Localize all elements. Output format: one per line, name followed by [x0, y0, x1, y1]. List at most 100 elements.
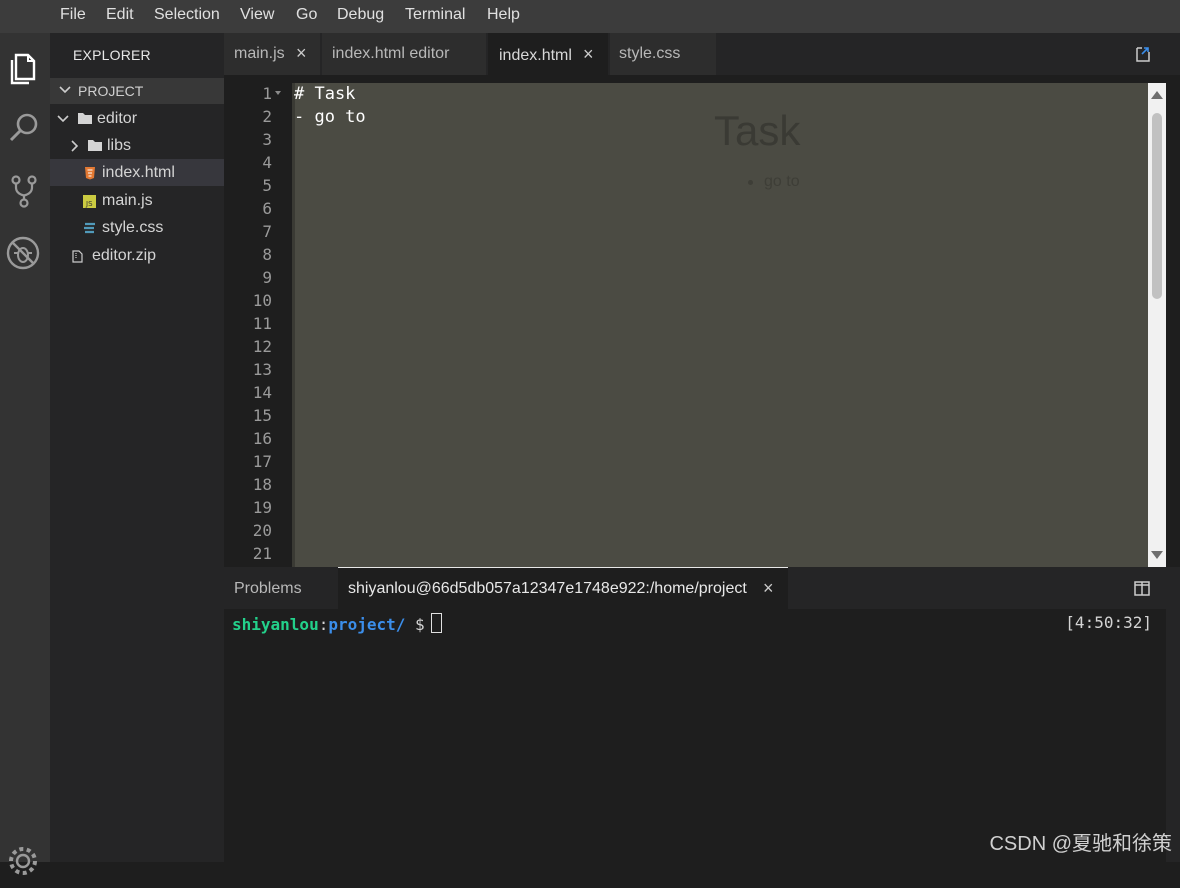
menu-edit[interactable]: Edit: [106, 6, 134, 24]
line-number: 7: [262, 222, 272, 241]
code-editor[interactable]: # Task - go to Task go to: [292, 83, 1148, 567]
project-label: PROJECT: [78, 83, 144, 99]
files-icon[interactable]: [3, 45, 47, 89]
tab-index-html[interactable]: index.html ×: [488, 33, 608, 75]
scrollbar-thumb[interactable]: [1152, 113, 1162, 299]
js-file-icon: JS: [83, 195, 96, 208]
chevron-down-icon: [57, 115, 69, 123]
tree-item-index-html[interactable]: index.html: [50, 159, 224, 186]
scroll-down-arrow-icon[interactable]: [1151, 551, 1163, 559]
tab-close-icon[interactable]: ×: [583, 44, 594, 65]
preview-bullet-dot: [748, 180, 753, 185]
menu-selection[interactable]: Selection: [154, 6, 220, 24]
tab-close-icon[interactable]: ×: [296, 43, 307, 64]
tab-label: index.html editor: [332, 45, 450, 62]
menu-debug[interactable]: Debug: [337, 6, 384, 24]
code-line[interactable]: # Task: [294, 84, 355, 104]
tab-main-js[interactable]: main.js ×: [224, 33, 320, 75]
tree-item-editor-folder[interactable]: editor: [50, 105, 224, 132]
tab-label: shiyanlou@66d5db057a12347e1748e922:/home…: [348, 580, 747, 597]
panel-tab-bar: Problems shiyanlou@66d5db057a12347e1748e…: [224, 567, 1166, 610]
code-line[interactable]: - go to: [294, 107, 366, 127]
tree-item-label: index.html: [102, 164, 175, 181]
tab-label: index.html: [499, 47, 572, 64]
chevron-down-icon: [59, 86, 71, 94]
css-file-icon: [84, 222, 95, 234]
line-number: 17: [252, 452, 272, 471]
watermark: CSDN @夏驰和徐策: [989, 833, 1172, 855]
terminal-prompt: $: [415, 615, 425, 634]
gutter-divider: [292, 83, 295, 567]
tree-item-label: editor: [97, 110, 138, 127]
menu-terminal[interactable]: Terminal: [405, 6, 465, 24]
tree-item-editor-zip[interactable]: editor.zip: [50, 242, 224, 269]
editor-tab-bar: main.js × index.html editor index.html ×…: [224, 33, 1180, 75]
open-preview-icon[interactable]: [1134, 45, 1152, 63]
menu-bar: File Edit Selection View Go Debug Termin…: [0, 0, 1180, 33]
menu-help[interactable]: Help: [487, 6, 520, 24]
fold-arrow-icon[interactable]: [275, 91, 281, 95]
preview-list-item: go to: [764, 173, 800, 190]
terminal-path: project/: [328, 615, 406, 634]
terminal-output[interactable]: shiyanlou:project/ $ [4:50:32]: [232, 613, 1158, 853]
search-icon[interactable]: [3, 105, 47, 149]
menu-go[interactable]: Go: [296, 6, 317, 24]
tab-close-icon[interactable]: ×: [763, 578, 774, 599]
editor-area: 1 2 3 4 5 6 7 8 9 10 11 12 13 14 15 16 1…: [224, 75, 1166, 567]
line-number: 4: [262, 153, 272, 172]
menu-file[interactable]: File: [60, 6, 86, 24]
tree-item-label: style.css: [102, 219, 164, 236]
line-number: 10: [252, 291, 272, 310]
line-number: 20: [252, 521, 272, 540]
split-panel-icon[interactable]: [1134, 581, 1150, 596]
tab-label: main.js: [234, 45, 285, 62]
line-number: 8: [262, 245, 272, 264]
tree-item-label: editor.zip: [92, 247, 157, 264]
tree-item-style-css[interactable]: style.css: [50, 214, 224, 241]
line-number: 13: [252, 360, 272, 379]
source-control-icon[interactable]: [3, 169, 47, 213]
preview-heading: Task: [714, 107, 801, 154]
line-number: 12: [252, 337, 272, 356]
tree-item-main-js[interactable]: JS main.js: [50, 187, 224, 214]
settings-gear-icon[interactable]: [3, 839, 47, 883]
line-number: 15: [252, 406, 272, 425]
debug-icon[interactable]: [3, 231, 47, 275]
line-number: 6: [262, 199, 272, 218]
line-number: 3: [262, 130, 272, 149]
tab-index-html-editor[interactable]: index.html editor: [322, 33, 486, 75]
tab-terminal[interactable]: shiyanlou@66d5db057a12347e1748e922:/home…: [338, 567, 788, 610]
html-file-icon: [85, 167, 95, 180]
chevron-right-icon: [71, 140, 79, 152]
tab-label: Problems: [234, 580, 302, 597]
activity-bar: [0, 33, 50, 875]
line-number: 9: [262, 268, 272, 287]
editor-scrollbar[interactable]: [1148, 83, 1166, 567]
scroll-up-arrow-icon[interactable]: [1151, 91, 1163, 99]
terminal-timestamp: [4:50:32]: [1065, 613, 1152, 632]
line-number: 19: [252, 498, 272, 517]
line-number: 16: [252, 429, 272, 448]
terminal-user: shiyanlou: [232, 615, 319, 634]
line-number: 5: [262, 176, 272, 195]
tab-problems[interactable]: Problems: [224, 567, 336, 609]
project-section-header[interactable]: PROJECT: [50, 78, 224, 104]
line-number: 14: [252, 383, 272, 402]
menu-view[interactable]: View: [240, 6, 274, 24]
zip-file-icon: [72, 250, 83, 263]
tab-style-css[interactable]: style.css: [610, 33, 716, 75]
terminal-cursor: [430, 613, 442, 633]
bottom-panel: Problems shiyanlou@66d5db057a12347e1748e…: [224, 567, 1166, 862]
terminal-separator: :: [318, 615, 329, 634]
line-number: 18: [252, 475, 272, 494]
tree-item-label: main.js: [102, 192, 153, 209]
explorer-title: EXPLORER: [73, 47, 151, 63]
tree-item-label: libs: [107, 137, 132, 154]
line-number: 2: [262, 107, 272, 126]
folder-icon: [88, 140, 102, 151]
tree-item-libs-folder[interactable]: libs: [50, 132, 224, 159]
explorer-sidebar: EXPLORER PROJECT editor libs index.html …: [50, 33, 224, 862]
line-number: 1: [262, 84, 272, 103]
tab-label: style.css: [619, 45, 681, 62]
line-number-gutter: 1 2 3 4 5 6 7 8 9 10 11 12 13 14 15 16 1…: [224, 83, 292, 567]
